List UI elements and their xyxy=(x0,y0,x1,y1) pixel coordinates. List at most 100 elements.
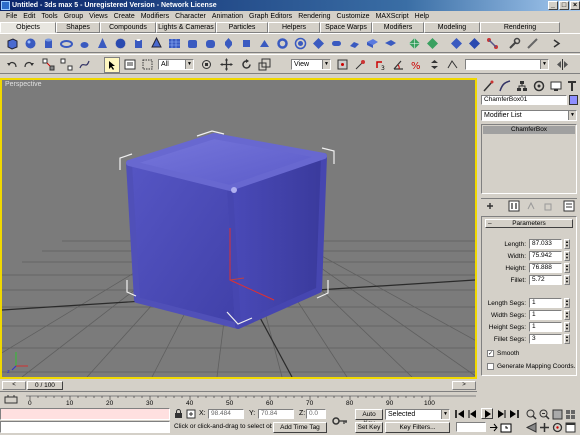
mirror-icon[interactable] xyxy=(556,58,569,71)
perspective-viewport[interactable]: Perspective z xyxy=(0,78,477,379)
modify-tab-icon[interactable] xyxy=(499,80,511,92)
height-spinner[interactable]: ▲ ▼ xyxy=(564,263,570,273)
z-coord-field[interactable]: 0.0 xyxy=(306,409,326,419)
pyramid-icon[interactable] xyxy=(150,37,163,50)
absolute-mode-icon[interactable] xyxy=(186,409,196,419)
menu-modifiers[interactable]: Modifiers xyxy=(138,11,172,22)
current-frame-field[interactable] xyxy=(456,422,486,432)
go-to-end-icon[interactable] xyxy=(509,410,519,418)
menu-graph-editors[interactable]: Graph Editors xyxy=(246,11,295,22)
width-field[interactable]: 75.942 xyxy=(529,251,562,261)
chamferbox-icon[interactable] xyxy=(186,37,199,50)
create-tab-icon[interactable] xyxy=(482,80,494,92)
geosphere-icon[interactable] xyxy=(114,37,127,50)
play-button[interactable] xyxy=(481,408,493,419)
lock-icon[interactable] xyxy=(174,409,183,419)
key-mode-toggle-icon[interactable] xyxy=(489,423,498,432)
tab-rendering[interactable]: Rendering xyxy=(480,22,560,33)
rollout-header[interactable]: – Parameters xyxy=(485,219,573,228)
menu-edit[interactable]: Edit xyxy=(20,11,38,22)
fillet-spinner[interactable]: ▲ ▼ xyxy=(564,275,570,285)
tab-objects[interactable]: Objects xyxy=(0,22,56,33)
generate-mapping-checkbox[interactable] xyxy=(487,363,494,370)
track-bar[interactable]: 0 10 20 30 40 50 60 70 80 90 100 xyxy=(0,391,477,407)
percent-snap-icon[interactable]: % xyxy=(410,58,423,71)
tab-helpers[interactable]: Helpers xyxy=(268,22,320,33)
height-segs-field[interactable]: 1 xyxy=(529,322,562,332)
mesh-icon[interactable] xyxy=(408,37,421,50)
go-to-start-icon[interactable] xyxy=(455,410,465,418)
zoom-extents-all-icon[interactable] xyxy=(565,409,576,420)
torus-icon[interactable] xyxy=(60,37,73,50)
field-of-view-icon[interactable] xyxy=(526,422,537,433)
key-icon[interactable] xyxy=(332,416,348,426)
tube-icon[interactable] xyxy=(132,37,145,50)
grid-mesh-icon[interactable] xyxy=(426,37,439,50)
menu-rendering[interactable]: Rendering xyxy=(295,11,333,22)
chamferbox-object[interactable] xyxy=(126,133,327,329)
ringwave-icon[interactable] xyxy=(294,37,307,50)
tab-compounds[interactable]: Compounds xyxy=(100,22,156,33)
teapot-icon[interactable] xyxy=(78,37,91,50)
time-slider-prev-button[interactable]: < xyxy=(2,381,26,390)
tab-shapes[interactable]: Shapes xyxy=(56,22,100,33)
lext-icon[interactable] xyxy=(348,37,361,50)
hedra-icon[interactable] xyxy=(312,37,325,50)
pan-icon[interactable] xyxy=(539,422,550,433)
height-field[interactable]: 76.888 xyxy=(529,263,562,273)
height-segs-spinner[interactable]: ▲ ▼ xyxy=(564,322,570,332)
menu-views[interactable]: Views xyxy=(86,11,111,22)
patch-quad-icon[interactable] xyxy=(450,37,463,50)
more-tools-icon[interactable] xyxy=(550,37,563,50)
hose-icon[interactable] xyxy=(384,37,397,50)
prism-icon[interactable] xyxy=(258,37,271,50)
make-unique-icon[interactable] xyxy=(526,201,536,211)
snap-3d-icon[interactable]: 3 xyxy=(374,58,387,71)
time-config-icon[interactable] xyxy=(500,423,512,433)
time-slider-thumb[interactable]: 0 / 100 xyxy=(27,381,63,390)
fillet-field[interactable]: 5.72 xyxy=(529,275,562,285)
motion-tab-icon[interactable] xyxy=(533,80,545,92)
width-spinner[interactable]: ▲ ▼ xyxy=(564,251,570,261)
time-slider-track[interactable]: < 0 / 100 > xyxy=(0,380,477,391)
add-time-tag-button[interactable]: Add Time Tag xyxy=(273,422,327,433)
select-by-name-icon[interactable] xyxy=(124,58,137,71)
length-spinner[interactable]: ▲ ▼ xyxy=(564,239,570,249)
cext-icon[interactable] xyxy=(366,37,379,50)
previous-frame-icon[interactable] xyxy=(468,410,478,418)
x-coord-field[interactable]: 98.484 xyxy=(208,409,244,419)
display-tab-icon[interactable] xyxy=(550,80,562,92)
sphere-icon[interactable] xyxy=(24,37,37,50)
spinner-snap-icon[interactable] xyxy=(428,58,441,71)
next-frame-icon[interactable] xyxy=(496,410,506,418)
capsule-icon[interactable] xyxy=(330,37,343,50)
length-segs-field[interactable]: 1 xyxy=(529,298,562,308)
patch-tri-icon[interactable] xyxy=(468,37,481,50)
time-slider-next-button[interactable]: > xyxy=(452,381,476,390)
menu-maxscript[interactable]: MAXScript xyxy=(373,11,412,22)
rotate-icon[interactable] xyxy=(240,58,253,71)
object-color-swatch[interactable] xyxy=(569,95,578,105)
select-link-icon[interactable] xyxy=(42,58,55,71)
fillet-segs-field[interactable]: 3 xyxy=(529,334,562,344)
wrench-icon[interactable] xyxy=(508,37,521,50)
plane-icon[interactable] xyxy=(168,37,181,50)
auto-key-button[interactable]: Auto Key xyxy=(355,409,383,427)
modifier-stack[interactable]: ChamferBox xyxy=(481,124,577,194)
maximize-button[interactable]: □ xyxy=(559,1,569,10)
hierarchy-tab-icon[interactable] xyxy=(516,80,528,92)
gengon-icon[interactable] xyxy=(240,37,253,50)
tab-lights-cameras[interactable]: Lights & Cameras xyxy=(156,22,216,33)
bind-spacewarp-icon[interactable] xyxy=(78,58,91,71)
bone-icon[interactable] xyxy=(486,37,499,50)
menu-tools[interactable]: Tools xyxy=(38,11,60,22)
menu-character[interactable]: Character xyxy=(172,11,209,22)
fillet-segs-spinner[interactable]: ▲ ▼ xyxy=(564,334,570,344)
menu-help[interactable]: Help xyxy=(412,11,432,22)
maximize-viewport-icon[interactable] xyxy=(565,422,576,433)
menu-customize[interactable]: Customize xyxy=(334,11,373,22)
torus-knot-icon[interactable] xyxy=(276,37,289,50)
tab-space-warps[interactable]: Space Warps xyxy=(320,22,372,33)
width-segs-spinner[interactable]: ▲ ▼ xyxy=(564,310,570,320)
pencil-icon[interactable] xyxy=(526,37,539,50)
